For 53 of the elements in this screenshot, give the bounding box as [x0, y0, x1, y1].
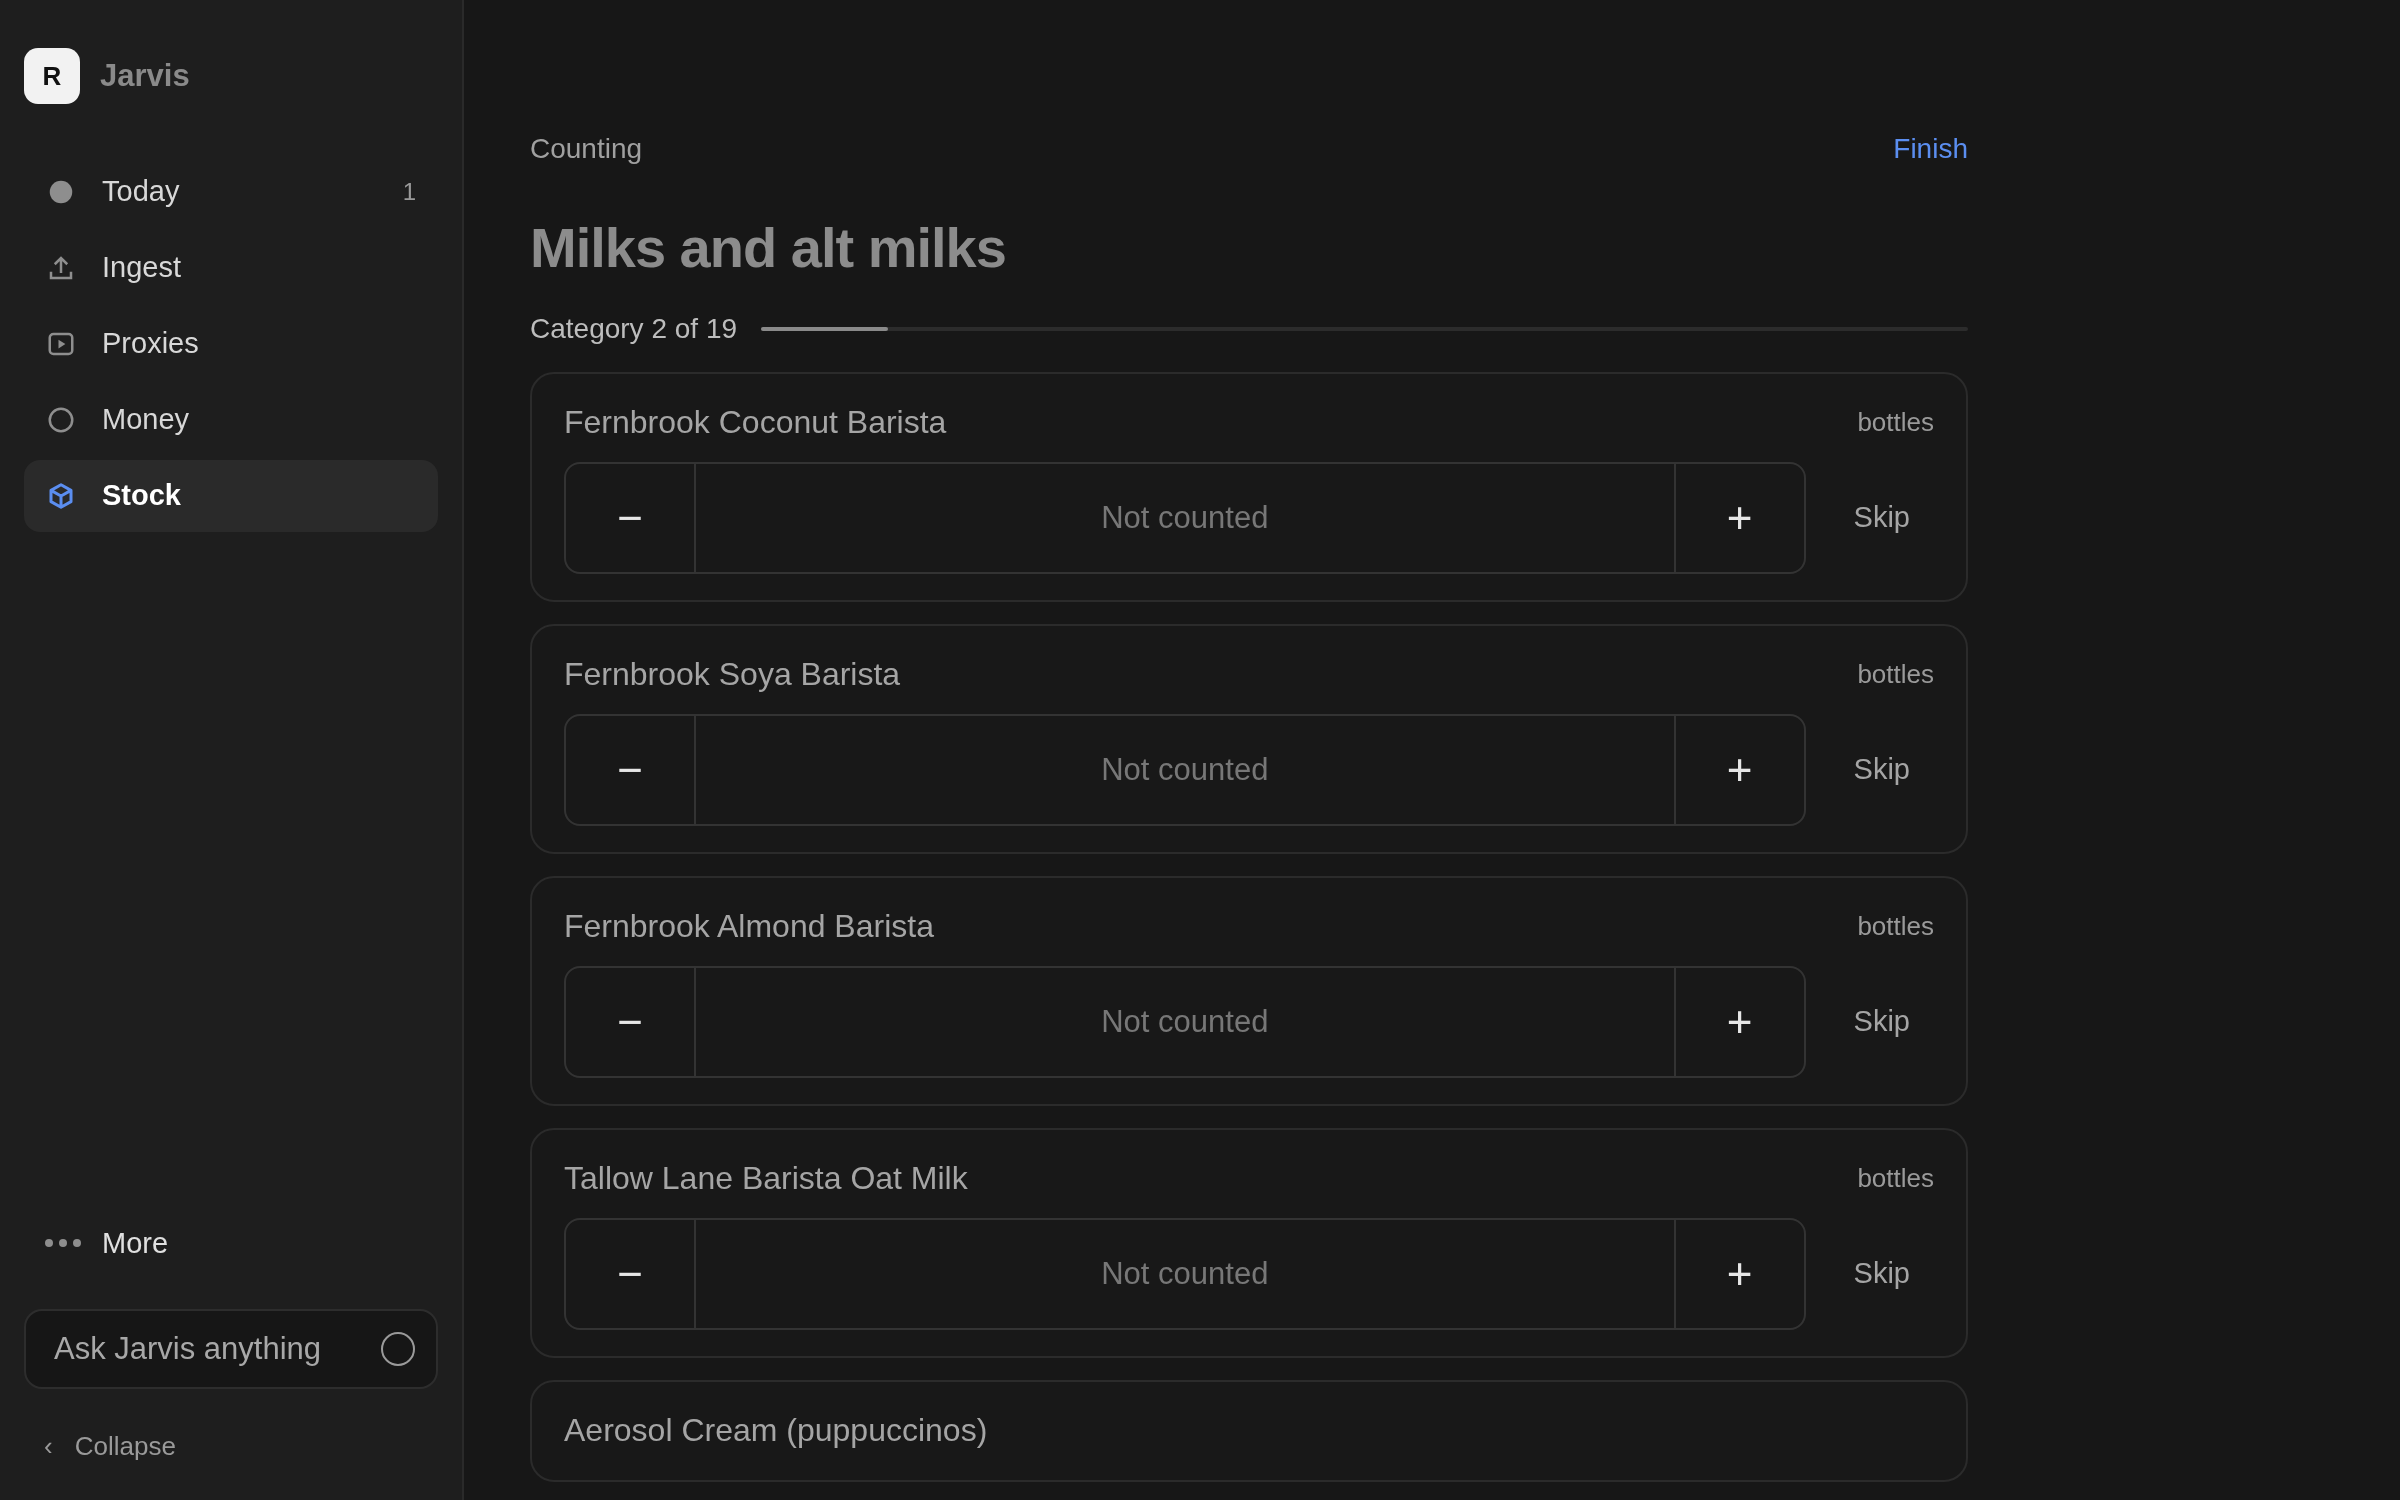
item-name: Fernbrook Soya Barista — [564, 655, 901, 694]
count-value: Not counted — [1100, 498, 1270, 537]
counter-field[interactable]: − Not counted + — [564, 1218, 1806, 1330]
circle-icon[interactable] — [380, 1331, 416, 1367]
count-value: Not counted — [1100, 1254, 1270, 1293]
count-label: 1 — [402, 177, 416, 207]
unit-label: bottles — [1857, 1161, 1934, 1195]
minus-button[interactable]: − — [566, 1220, 696, 1328]
skip-button[interactable]: Skip — [1829, 496, 1934, 540]
sidebar-item[interactable]: Today 1 — [24, 156, 438, 228]
minus-button[interactable]: − — [566, 716, 696, 824]
minus-button[interactable]: − — [566, 968, 696, 1076]
item-name: Aerosol Cream (puppuccinos) — [564, 1411, 988, 1450]
nav-label: Today — [102, 174, 180, 210]
counter-field[interactable]: − Not counted + — [564, 462, 1806, 574]
circle-icon — [46, 405, 76, 435]
collapse-button[interactable]: ‹ Collapse — [24, 1427, 438, 1466]
nav-label: Proxies — [102, 326, 199, 362]
mode-label: Counting — [530, 132, 643, 166]
nav-label: Money — [102, 402, 190, 438]
skip-button[interactable]: Skip — [1829, 1252, 1934, 1296]
unit-label: bottles — [1857, 909, 1934, 943]
nav-label: Ingest — [102, 250, 181, 286]
sidebar-item[interactable]: Ingest — [24, 232, 438, 304]
nav-label: Stock — [102, 478, 181, 514]
chevron-icon: ‹ — [44, 1427, 53, 1466]
sidebar-item[interactable]: Proxies — [24, 308, 438, 380]
category-title: Milks and alt milks — [530, 215, 1007, 281]
unit-label: bottles — [1857, 657, 1934, 691]
sidebar-item[interactable]: Money — [24, 384, 438, 456]
counter-field[interactable]: − Not counted + — [564, 966, 1806, 1078]
skip-button[interactable]: Skip — [1829, 1000, 1934, 1044]
app-name: Jarvis — [100, 56, 190, 95]
count-value: Not counted — [1100, 750, 1270, 789]
finish-button[interactable]: Finish — [1893, 128, 1968, 170]
progress-label: Category 2 of 19 — [530, 312, 738, 346]
counter-field[interactable]: − Not counted + — [564, 714, 1806, 826]
plus-button[interactable]: + — [1673, 464, 1804, 572]
item-name: Fernbrook Almond Barista — [564, 907, 934, 946]
ask-field[interactable]: Ask Jarvis anything — [24, 1309, 438, 1389]
more-icon — [44, 1238, 82, 1249]
more-button[interactable]: More — [24, 1221, 438, 1265]
count-value: Not counted — [1100, 1002, 1270, 1041]
minus-button[interactable]: − — [566, 464, 696, 572]
plus-button[interactable]: + — [1673, 1220, 1804, 1328]
skip-button[interactable]: Skip — [1829, 748, 1934, 792]
logo-badge: R — [24, 48, 80, 104]
plus-button[interactable]: + — [1673, 968, 1804, 1076]
item-name: Fernbrook Coconut Barista — [564, 403, 947, 442]
sidebar-item[interactable]: Stock — [24, 460, 438, 532]
plus-button[interactable]: + — [1673, 716, 1804, 824]
item-name: Tallow Lane Barista Oat Milk — [564, 1159, 968, 1198]
unit-label: bottles — [1857, 405, 1934, 439]
